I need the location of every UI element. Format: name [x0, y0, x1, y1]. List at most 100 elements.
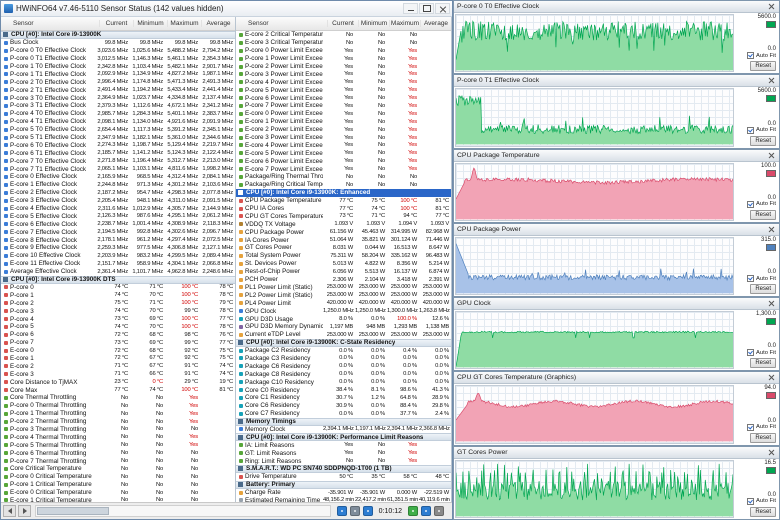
- sensor-row[interactable]: GPU D3D Memory Dynamic1,197 MB948 MB1,29…: [236, 323, 451, 331]
- sensor-row[interactable]: E-core 3 Effective Clock2,205.4 MHz948.1…: [1, 197, 235, 205]
- sensor-row[interactable]: E-core 1 Effective Clock2,244.8 MHz971.3…: [1, 181, 235, 189]
- sensor-row[interactable]: P-core 2 T1 Effective Clock2,491.4 MHz1,…: [1, 86, 235, 94]
- checkbox-icon[interactable]: [747, 498, 754, 505]
- sensor-row[interactable]: PL2 Power Limit (Static)253.000 W253.000…: [236, 291, 451, 299]
- sensor-row[interactable]: Current eTDP Level253.000 W253.000 W253.…: [236, 331, 451, 339]
- sensor-row[interactable]: IA Cores Power51.064 W35.821 W301.124 W7…: [236, 236, 451, 244]
- sensor-row[interactable]: Average Effective Clock2,361.4 MHz1,101.…: [1, 268, 235, 276]
- sensor-row[interactable]: E-core 2 Critical TemperatureNoNoNo: [236, 31, 451, 39]
- graph-titlebar[interactable]: CPU Package Temperature: [454, 150, 779, 162]
- graph-close-icon[interactable]: [767, 299, 776, 308]
- sensor-row[interactable]: E-core 10 Effective Clock2,203.9 MHz983.…: [1, 252, 235, 260]
- sensor-row[interactable]: P-core 6 Power Limit ExceededYesNoYes: [236, 94, 451, 102]
- minimize-icon[interactable]: [403, 3, 418, 14]
- sensor-row[interactable]: P-core 0 Power Limit ExceededYesNoYes: [236, 47, 451, 55]
- autofit-checkbox[interactable]: Auto Fit: [747, 498, 776, 505]
- column-header-maximum[interactable]: Maximum: [167, 20, 201, 27]
- graph-titlebar[interactable]: CPU Package Power: [454, 224, 779, 236]
- titlebar[interactable]: HWiNFO64 v7.46-5110 Sensor Status (142 v…: [1, 1, 452, 17]
- checkbox-icon[interactable]: [747, 424, 754, 431]
- column-header-minimum[interactable]: Minimum: [133, 20, 167, 27]
- settings-gears-icon[interactable]: [350, 506, 360, 516]
- column-header-sensor[interactable]: Sensor: [236, 20, 327, 27]
- sensor-row[interactable]: P-core 4 Thermal ThrottlingNoNoYes: [1, 433, 235, 441]
- scroll-right-icon[interactable]: [18, 505, 31, 517]
- sensor-row[interactable]: Package/Ring Thermal ThrottlingNoNoNo: [236, 173, 451, 181]
- autofit-checkbox[interactable]: Auto Fit: [747, 275, 776, 282]
- collapse-icon[interactable]: [238, 466, 243, 471]
- reset-button[interactable]: Reset: [750, 433, 776, 443]
- sensor-row[interactable]: Package C10 Residency0.0 %0.0 %0.0 %0.0 …: [236, 378, 451, 386]
- graph-close-icon[interactable]: [767, 2, 776, 11]
- sensor-row[interactable]: E-core 5 Effective Clock2,126.3 MHz987.6…: [1, 212, 235, 220]
- sensor-row[interactable]: P-core 473 °C69 °C100 °C77 °C: [1, 315, 235, 323]
- autofit-checkbox[interactable]: Auto Fit: [747, 201, 776, 208]
- sensor-row[interactable]: CPU IA Cores77 °C74 °C100 °C81 °C: [236, 205, 451, 213]
- sensor-row[interactable]: E-core 5 Power Limit ExceededYesNoYes: [236, 149, 451, 157]
- sensor-row[interactable]: P-core 074 °C71 °C100 °C78 °C: [1, 284, 235, 292]
- sensor-row[interactable]: CPU GT Cores Temperature (Graphics)73 °C…: [236, 212, 451, 220]
- logging-icon[interactable]: [337, 506, 347, 516]
- sensor-group-header[interactable]: Battery: Primary: [236, 481, 451, 489]
- sensor-row[interactable]: E-core 9 Effective Clock2,259.3 MHz977.5…: [1, 244, 235, 252]
- sensor-row[interactable]: Core C1 Residency30.7 %1.2 %64.8 %28.9 %: [236, 394, 451, 402]
- autofit-checkbox[interactable]: Auto Fit: [747, 349, 776, 356]
- sensor-row[interactable]: E-core 2 Power Limit ExceededYesNoYes: [236, 126, 451, 134]
- sensor-row[interactable]: P-core 1 Thermal ThrottlingNoNoYes: [1, 410, 235, 418]
- sensor-row[interactable]: PCH Power2.306 W2.104 W3.418 W2.391 W: [236, 276, 451, 284]
- graph-close-icon[interactable]: [767, 151, 776, 160]
- sensor-row[interactable]: P-core 6 T0 Effective Clock2,274.3 MHz1,…: [1, 141, 235, 149]
- checkbox-icon[interactable]: [747, 201, 754, 208]
- sensor-row[interactable]: P-core 5 Power Limit ExceededYesNoYes: [236, 86, 451, 94]
- sensor-row[interactable]: PL1 Power Limit (Static)253.000 W253.000…: [236, 284, 451, 292]
- column-header-average[interactable]: Average: [420, 20, 451, 27]
- sensor-row[interactable]: E-core 072 °C68 °C92 °C75 °C: [1, 347, 235, 355]
- scrollbar-thumb[interactable]: [37, 507, 109, 515]
- graph-titlebar[interactable]: P-core 0 T0 Effective Clock: [454, 1, 779, 13]
- sensor-row[interactable]: E-core 0 Critical TemperatureNoNoNo: [1, 489, 235, 497]
- sensor-row[interactable]: Drive Temperature50 °C35 °C58 °C48 °C: [236, 473, 451, 481]
- reset-button[interactable]: Reset: [750, 61, 776, 71]
- column-header-sensor[interactable]: Sensor: [1, 20, 99, 27]
- sensor-row[interactable]: P-core 1 Power Limit ExceededYesNoYes: [236, 55, 451, 63]
- column-header-minimum[interactable]: Minimum: [358, 20, 389, 27]
- collapse-icon[interactable]: [238, 340, 243, 345]
- reset-values-icon[interactable]: [408, 506, 418, 516]
- sensor-row[interactable]: E-core 271 °C67 °C91 °C74 °C: [1, 362, 235, 370]
- sensor-row[interactable]: P-core 7 T1 Effective Clock2,065.1 MHz1,…: [1, 165, 235, 173]
- sensor-row[interactable]: E-core 11 Effective Clock2,151.7 MHz958.…: [1, 260, 235, 268]
- sensor-row[interactable]: E-core 3 Power Limit ExceededYesNoYes: [236, 134, 451, 142]
- autofit-checkbox[interactable]: Auto Fit: [747, 127, 776, 134]
- sensor-row[interactable]: P-core 672 °C68 °C98 °C76 °C: [1, 331, 235, 339]
- sensor-row[interactable]: Core Thermal ThrottlingNoNoYes: [1, 394, 235, 402]
- collapse-icon[interactable]: [238, 190, 243, 195]
- sensor-row[interactable]: Total System Power75.311 W58.204 W335.16…: [236, 252, 451, 260]
- sensor-row[interactable]: P-core 5 Thermal ThrottlingNoNoYes: [1, 441, 235, 449]
- sensor-row[interactable]: P-core 7 Power Limit ExceededYesNoYes: [236, 102, 451, 110]
- sensor-row[interactable]: Rest-of-Chip Power6.056 W5.513 W16.137 W…: [236, 268, 451, 276]
- sensor-group-header[interactable]: CPU [#0]: Intel Core i9-13900K: C-State …: [236, 339, 451, 347]
- sensor-row[interactable]: GPU D3D Usage8.0 %0.0 %100.0 %12.6 %: [236, 315, 451, 323]
- sensor-row[interactable]: Memory Clock2,394.1 MHz1,197.1 MHz2,394.…: [236, 426, 451, 434]
- checkbox-icon[interactable]: [747, 349, 754, 356]
- sensor-row[interactable]: P-core 5 T0 Effective Clock2,654.4 MHz1,…: [1, 126, 235, 134]
- sensor-row[interactable]: E-core 7 Effective Clock2,194.5 MHz992.8…: [1, 228, 235, 236]
- sensor-row[interactable]: P-core 1 T0 Effective Clock2,342.8 MHz1,…: [1, 63, 235, 71]
- sensor-row[interactable]: CPU Package Power61.156 W45.463 W314.995…: [236, 228, 451, 236]
- collapse-icon[interactable]: [3, 32, 8, 37]
- sensor-row[interactable]: E-core 7 Power Limit ExceededYesNoYes: [236, 165, 451, 173]
- sensor-row[interactable]: P-core 0 T0 Effective Clock3,023.6 MHz1,…: [1, 47, 235, 55]
- sensor-row[interactable]: Package/Ring Critical TemperatureNoNoNo: [236, 181, 451, 189]
- horizontal-scrollbar[interactable]: [35, 505, 331, 517]
- checkbox-icon[interactable]: [747, 52, 754, 59]
- sensor-row[interactable]: E-core 371 °C66 °C91 °C74 °C: [1, 370, 235, 378]
- close-icon[interactable]: [435, 3, 450, 14]
- column-header-average[interactable]: Average: [201, 20, 235, 27]
- sensor-row[interactable]: P-core 3 T1 Effective Clock2,379.3 MHz1,…: [1, 102, 235, 110]
- sensor-row[interactable]: Package C3 Residency0.0 %0.0 %0.0 %0.0 %: [236, 355, 451, 363]
- graph-titlebar[interactable]: P-core 0 T1 Effective Clock: [454, 75, 779, 87]
- sensor-row[interactable]: E-core 6 Power Limit ExceededYesNoYes: [236, 157, 451, 165]
- sensor-group-header[interactable]: Memory Timings: [236, 418, 451, 426]
- sensor-row[interactable]: Core C6 Residency30.9 %0.0 %88.4 %29.8 %: [236, 402, 451, 410]
- sensor-row[interactable]: Core C0 Residency38.4 %8.1 %98.6 %41.3 %: [236, 386, 451, 394]
